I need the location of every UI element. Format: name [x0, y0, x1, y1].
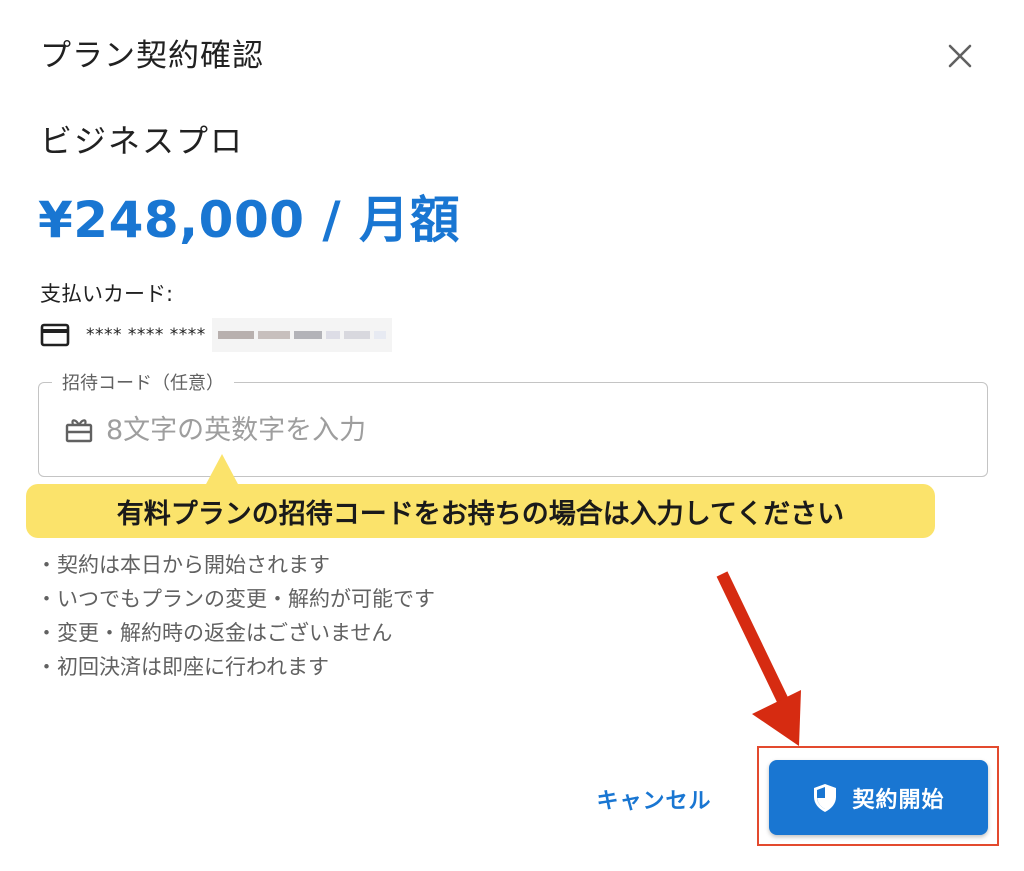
note-item: 初回決済は即座に行われます — [36, 650, 435, 684]
start-contract-button[interactable]: 契約開始 — [769, 760, 988, 835]
invite-code-label: 招待コード（任意） — [52, 369, 234, 395]
card-masked-number: **** **** **** — [86, 325, 206, 345]
credit-card-icon — [40, 323, 70, 347]
note-item: 契約は本日から開始されます — [36, 548, 435, 582]
card-number-redaction — [211, 318, 392, 352]
invite-code-input[interactable] — [106, 410, 966, 450]
shield-icon — [814, 783, 837, 812]
plan-price: ¥248,000 / 月額 — [38, 191, 461, 249]
cancel-button[interactable]: キャンセル — [586, 776, 722, 822]
note-item: 変更・解約時の返金はございません — [36, 616, 435, 650]
gift-icon — [65, 419, 93, 443]
payment-card-row: **** **** **** — [40, 318, 392, 352]
terms-notes: 契約は本日から開始されます いつでもプランの変更・解約が可能です 変更・解約時の… — [36, 548, 435, 684]
payment-card-label: 支払いカード: — [40, 282, 174, 306]
plan-name: ビジネスプロ — [40, 122, 245, 160]
callout-tail — [205, 454, 239, 486]
invite-code-callout: 有料プランの招待コードをお持ちの場合は入力してください — [26, 484, 935, 538]
close-icon — [948, 44, 972, 68]
plan-confirm-dialog: プラン契約確認 ビジネスプロ ¥248,000 / 月額 支払いカード: ***… — [0, 0, 1024, 871]
dialog-title: プラン契約確認 — [40, 38, 264, 74]
close-button[interactable] — [938, 34, 982, 78]
start-contract-label: 契約開始 — [852, 787, 945, 813]
note-item: いつでもプランの変更・解約が可能です — [36, 582, 435, 616]
